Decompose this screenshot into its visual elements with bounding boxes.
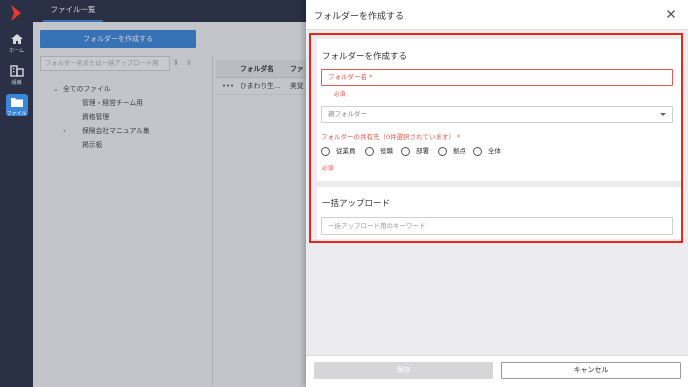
rail-item-label: 組織	[11, 80, 22, 86]
rail-item-files[interactable]: ファイル	[0, 94, 33, 122]
rail-item-organization[interactable]: 組織	[0, 65, 33, 91]
home-icon	[10, 34, 23, 44]
close-icon[interactable]	[665, 8, 677, 20]
folder-icon	[10, 98, 23, 107]
rail-item-home[interactable]: ホーム	[0, 33, 33, 59]
panel-footer: 保存 キャンセル	[306, 355, 688, 387]
organization-icon	[9, 65, 24, 77]
left-rail: ホーム 組織 ファイル	[0, 0, 33, 387]
cancel-button[interactable]: キャンセル	[501, 362, 681, 379]
panel-header: フォルダーを作成する	[306, 0, 688, 30]
create-folder-panel: フォルダーを作成する フォルダーを作成する フォルダー名 * 必須 親フォルダー…	[306, 0, 688, 387]
rail-item-label: ホーム	[9, 48, 24, 54]
annotation-highlight-box	[309, 33, 683, 243]
rail-item-label: ファイル	[6, 111, 27, 117]
panel-title: フォルダーを作成する	[314, 12, 405, 22]
brand-logo-icon	[11, 5, 21, 21]
save-button[interactable]: 保存	[314, 362, 493, 379]
